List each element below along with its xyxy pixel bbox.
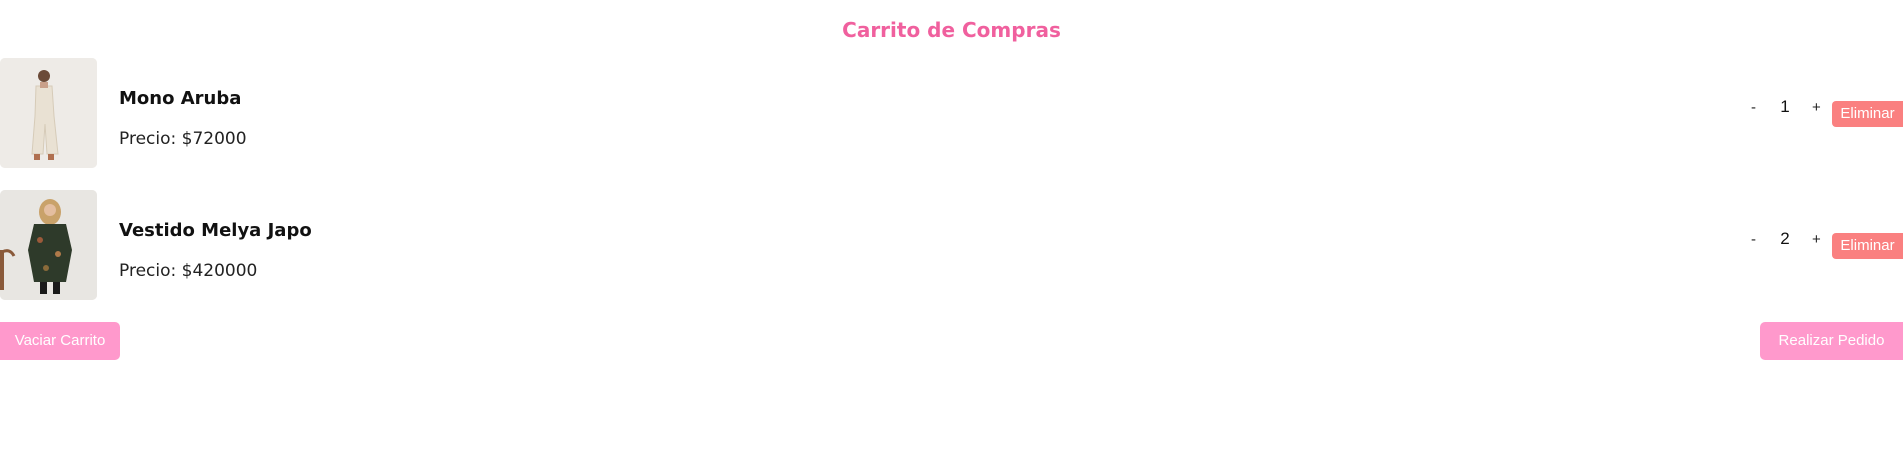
cart-item: Vestido Melya Japo Precio: $420000 - 2 +…: [0, 190, 1903, 300]
decrement-quantity-button[interactable]: -: [1751, 99, 1756, 116]
place-order-button[interactable]: Realizar Pedido: [1760, 322, 1903, 360]
product-price: Precio: $420000: [119, 261, 258, 281]
product-name: Mono Aruba: [119, 88, 242, 109]
cart-page: Carrito de Compras Mono Aruba Precio: $7…: [0, 0, 1903, 451]
quantity-value: 2: [1770, 227, 1800, 251]
decrement-quantity-button[interactable]: -: [1751, 231, 1756, 248]
remove-item-button[interactable]: Eliminar: [1832, 101, 1903, 127]
quantity-value: 1: [1770, 95, 1800, 119]
increment-quantity-button[interactable]: +: [1812, 99, 1821, 116]
product-image: [0, 190, 97, 300]
remove-item-button[interactable]: Eliminar: [1832, 233, 1903, 259]
product-price: Precio: $72000: [119, 129, 247, 149]
empty-cart-button[interactable]: Vaciar Carrito: [0, 322, 120, 360]
page-title: Carrito de Compras: [842, 18, 1061, 42]
increment-quantity-button[interactable]: +: [1812, 231, 1821, 248]
product-image: [0, 58, 97, 168]
cart-item: Mono Aruba Precio: $72000 - 1 + Eliminar: [0, 58, 1903, 168]
product-name: Vestido Melya Japo: [119, 220, 312, 241]
